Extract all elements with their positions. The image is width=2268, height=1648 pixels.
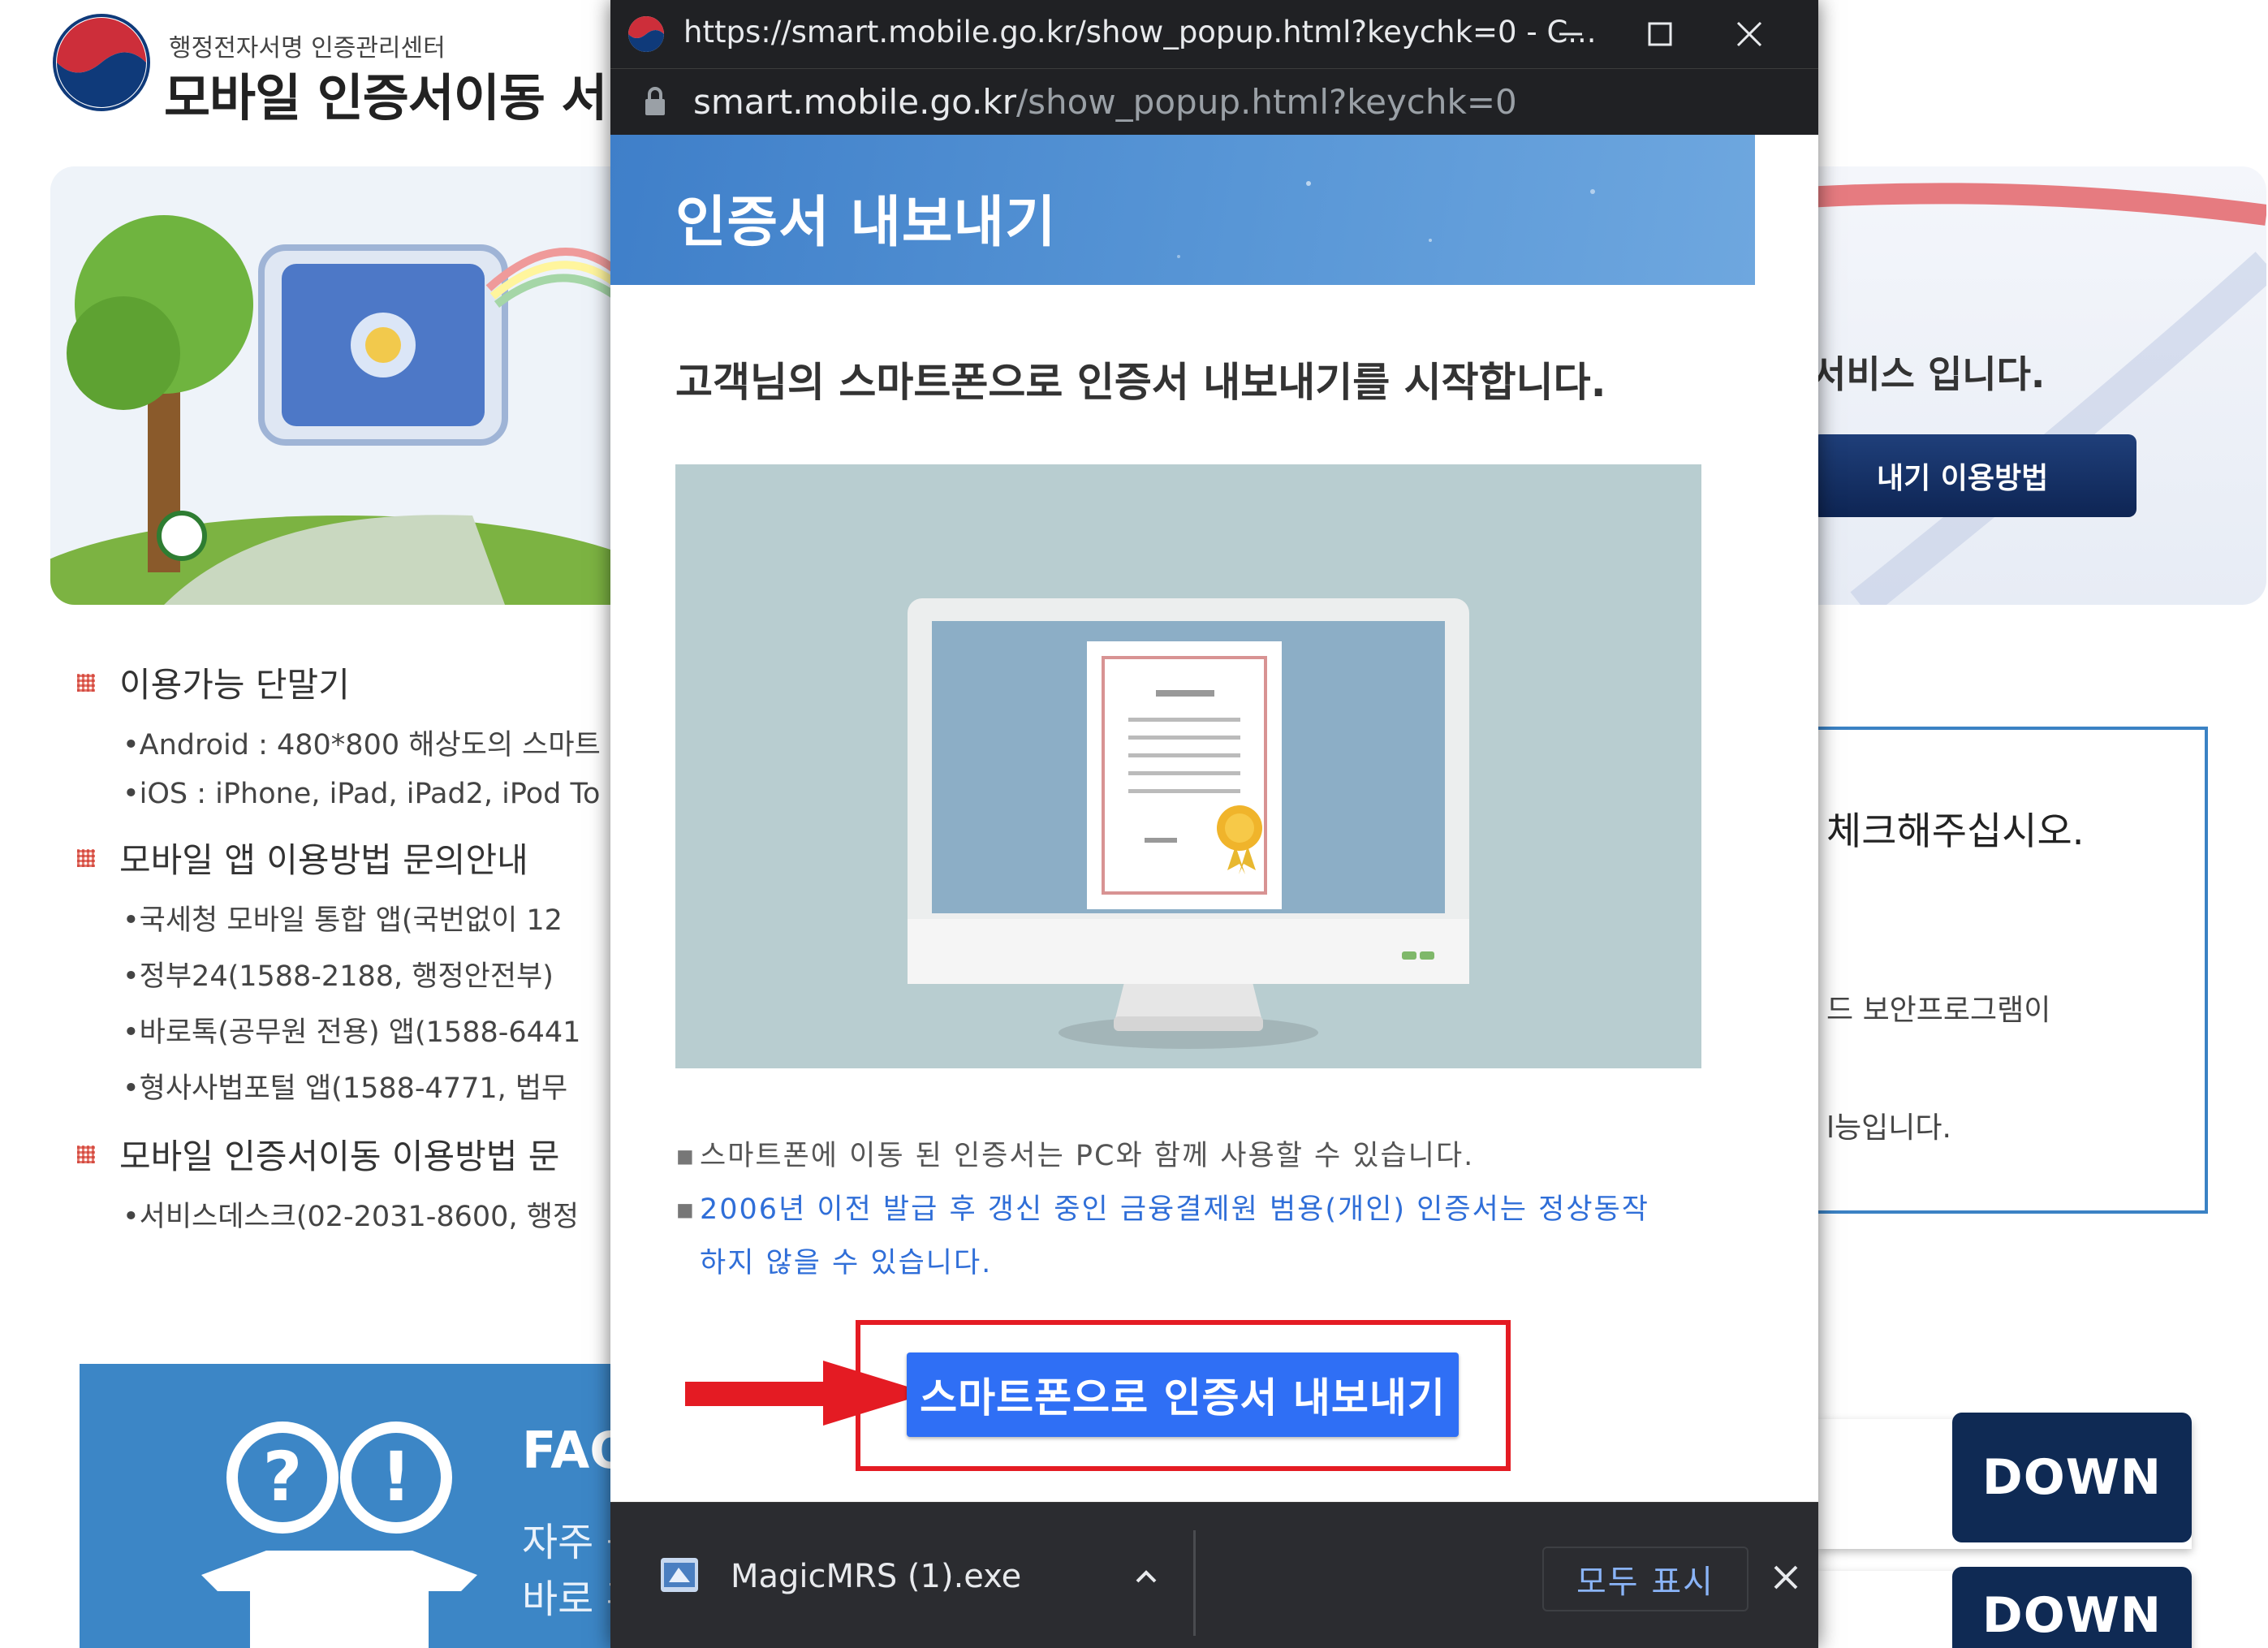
lock-icon <box>645 87 665 115</box>
info-section: 이용가능 단말기 •Android : 480*800 해상도의 스마트 •iO… <box>77 658 629 1235</box>
app-line: •국세청 모바일 통합 앱(국번없이 12 <box>123 904 563 937</box>
popup-banner: 인증서 내보내기 <box>610 135 1755 285</box>
download-bar-divider <box>1193 1530 1196 1636</box>
close-window-button[interactable] <box>1705 0 1794 68</box>
minimize-icon <box>1559 32 1582 36</box>
bullet-square-icon <box>77 1145 95 1163</box>
hero-illustration <box>50 166 635 605</box>
svg-text:?: ? <box>263 1437 303 1516</box>
brand-title: 모바일 인증서이동 서비 <box>164 68 653 127</box>
app-line: •바로톡(공무원 전용) 앱(1588-6441 <box>123 1016 581 1049</box>
export-certificate-button[interactable]: 스마트폰으로 인증서 내보내기 <box>907 1352 1459 1437</box>
popup-content: 인증서 내보내기 고객님의 스마트폰으로 인증서 내보내기를 시작합니다. ▪ … <box>610 135 1818 1502</box>
window-favicon-icon <box>628 16 664 52</box>
lead-text: 고객님의 스마트폰으로 인증서 내보내기를 시작합니다. <box>675 359 1606 406</box>
faq-box-icon: ? ! <box>201 1422 477 1648</box>
window-title: https://smart.mobile.go.kr/show_popup.ht… <box>683 15 1597 50</box>
app-line: •정부24(1588-2188, 행정안전부) <box>123 960 554 993</box>
notice-line: 드 보안프로그램이 <box>1826 994 2051 1027</box>
usage-line: •서비스데스크(02-2031-8600, 행정 <box>123 1201 580 1233</box>
note-item: ▪ 스마트폰에 이동 된 인증서는 PC와 함께 사용할 수 있습니다. <box>675 1140 1475 1172</box>
maximize-icon <box>1648 22 1672 46</box>
hero-guide-button[interactable]: 내기 이용방법 <box>1812 434 2136 517</box>
down-button[interactable]: DOWN <box>1952 1567 2192 1648</box>
bullet-square-icon <box>77 848 95 867</box>
site-header: 행정전자서명 인증관리센터 모바일 인증서이동 서비 <box>49 10 653 127</box>
hero-text: 서비스 입니다. <box>1812 352 2046 396</box>
close-download-bar-icon <box>1774 1565 1798 1590</box>
down-button[interactable]: DOWN <box>1952 1413 2192 1542</box>
download-options-button[interactable] <box>1122 1553 1171 1602</box>
installer-file-icon <box>661 1558 698 1592</box>
maximize-button[interactable] <box>1615 0 1705 68</box>
usage-heading: 모바일 인증서이동 이용방법 문 <box>77 1129 629 1179</box>
popup-window: https://smart.mobile.go.kr/show_popup.ht… <box>610 0 1818 1648</box>
devices-heading: 이용가능 단말기 <box>77 658 629 707</box>
bullet-square-icon <box>77 673 95 692</box>
note-item-warning: ▪ 2006년 이전 발급 후 갱신 중인 금융결제원 범용(개인) 인증서는 정… <box>675 1193 1649 1279</box>
close-download-bar-button[interactable] <box>1761 1553 1810 1602</box>
window-titlebar: https://smart.mobile.go.kr/show_popup.ht… <box>610 0 1818 68</box>
app-heading: 모바일 앱 이용방법 문의안내 <box>77 833 629 882</box>
address-bar[interactable]: smart.mobile.go.kr/show_popup.html?keych… <box>610 68 1818 135</box>
show-all-button[interactable]: 모두 표시 <box>1542 1547 1748 1611</box>
minimize-button[interactable] <box>1526 0 1615 68</box>
device-line: •iOS : iPhone, iPad, iPad2, iPod To <box>123 778 601 810</box>
download-bar: MagicMRS (1).exe 모두 표시 <box>610 1502 1818 1648</box>
svg-text:!: ! <box>381 1437 412 1516</box>
popup-title: 인증서 내보내기 <box>675 191 1057 255</box>
app-line: •형사사법포털 앱(1588-4771, 법무 <box>123 1072 568 1105</box>
notice-line: l능입니다. <box>1826 1111 1951 1145</box>
notes-list: ▪ 스마트폰에 이동 된 인증서는 PC와 함께 사용할 수 있습니다. ▪ 200… <box>675 1129 1755 1290</box>
url-text[interactable]: smart.mobile.go.kr/show_popup.html?keych… <box>693 82 1517 122</box>
chevron-up-icon <box>1136 1570 1157 1583</box>
gov-logo-icon <box>53 14 150 111</box>
certificate-monitor-illustration <box>675 464 1701 1068</box>
download-file-name[interactable]: MagicMRS (1).exe <box>731 1558 1021 1595</box>
device-line: •Android : 480*800 해상도의 스마트 <box>123 729 601 761</box>
close-icon <box>1736 21 1762 47</box>
notice-line: 체크해주십시오. <box>1826 809 2085 854</box>
